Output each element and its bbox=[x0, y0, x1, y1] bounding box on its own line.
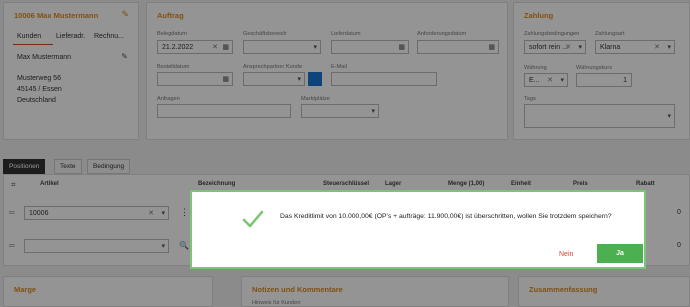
yes-button[interactable]: Ja bbox=[597, 244, 643, 263]
credit-limit-dialog: Das Kreditlimit von 10.000,00€ (OP's + a… bbox=[190, 190, 646, 269]
dialog-message: Das Kreditlimit von 10.000,00€ (OP's + a… bbox=[280, 213, 612, 220]
no-button[interactable]: Nein bbox=[559, 251, 573, 258]
checkmark-icon bbox=[242, 210, 264, 228]
